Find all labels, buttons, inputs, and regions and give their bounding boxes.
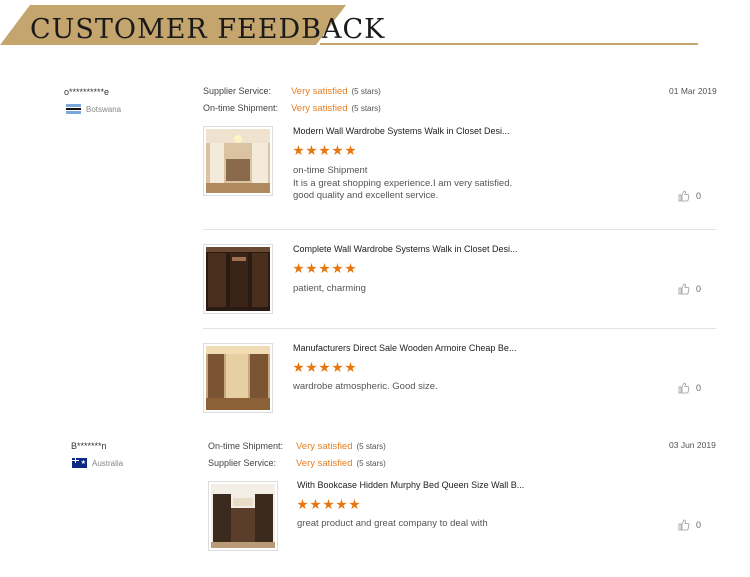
rating-label: On-time Shipment:: [208, 441, 284, 451]
comment-line: great product and great company to deal …: [297, 518, 488, 529]
star-icon: [345, 263, 356, 274]
rating-row: On-time Shipment: Very satisfied (5 stars): [208, 441, 386, 452]
country-label: Australia: [92, 458, 124, 468]
star-rating: [293, 263, 356, 274]
rating-label: Supplier Service:: [208, 458, 277, 468]
rating-value: Very satisfied: [291, 86, 348, 97]
product-thumbnail[interactable]: [208, 481, 278, 551]
product-title-link[interactable]: Complete Wall Wardrobe Systems Walk in C…: [293, 244, 518, 254]
review-comment: patient, charming: [293, 283, 366, 296]
reviewer-country: Australia: [72, 458, 123, 468]
star-icon: [323, 499, 334, 510]
reviewer-country: Botswana: [66, 104, 121, 114]
like-count: 0: [696, 383, 702, 393]
rating-value: Very satisfied: [291, 103, 348, 114]
star-icon: [332, 362, 343, 373]
reviewer-name: o**********e: [64, 87, 110, 97]
thumbs-up-icon: [678, 519, 690, 531]
rating-row: Supplier Service: Very satisfied (5 stars): [203, 86, 381, 97]
rating-count: (5 stars): [356, 459, 386, 468]
star-icon: [310, 499, 321, 510]
australia-flag-icon: [72, 458, 87, 468]
section-banner: CUSTOMER FEEDBACK: [0, 5, 384, 45]
comment-line: It is a great shopping experience.I am v…: [293, 177, 513, 189]
rating-count: (5 stars): [351, 87, 381, 96]
dark-closet-image: [206, 247, 270, 311]
like-count: 0: [696, 520, 702, 530]
thumbs-up-icon: [678, 283, 690, 295]
rating-label: Supplier Service:: [203, 86, 272, 96]
rating-value: Very satisfied: [296, 441, 353, 452]
comment-line: on-time Shipment: [293, 165, 368, 176]
section-title: CUSTOMER FEEDBACK: [30, 14, 386, 45]
star-rating: [293, 145, 356, 156]
review-comment: wardrobe atmospheric. Good size.: [293, 381, 438, 394]
comment-line: patient, charming: [293, 283, 366, 294]
like-count: 0: [696, 284, 702, 294]
rating-row: On-time Shipment: Very satisfied (5 stars): [203, 103, 381, 114]
product-thumbnail[interactable]: [203, 244, 273, 314]
star-rating: [297, 499, 360, 510]
botswana-flag-icon: [66, 104, 81, 114]
murphy-bed-image: [211, 484, 275, 548]
star-icon: [293, 362, 304, 373]
like-button[interactable]: 0: [678, 519, 701, 531]
product-thumbnail[interactable]: [203, 343, 273, 413]
bedroom-wardrobe-image: [206, 129, 270, 193]
country-label: Botswana: [86, 104, 122, 114]
banner-rule: [320, 43, 698, 45]
like-count: 0: [696, 191, 702, 201]
review-date: 01 Mar 2019: [669, 86, 717, 96]
rating-value: Very satisfied: [296, 458, 353, 469]
reviewer-name: B*******n: [71, 441, 107, 451]
thumbs-up-icon: [678, 190, 690, 202]
star-icon: [332, 145, 343, 156]
walk-in-closet-image: [206, 346, 270, 410]
like-button[interactable]: 0: [678, 382, 701, 394]
star-icon: [306, 145, 317, 156]
item-divider: [203, 328, 716, 329]
comment-line: wardrobe atmospheric. Good size.: [293, 381, 438, 392]
star-icon: [332, 263, 343, 274]
product-title-link[interactable]: With Bookcase Hidden Murphy Bed Queen Si…: [297, 480, 524, 490]
rating-label: On-time Shipment:: [203, 103, 279, 113]
star-icon: [293, 263, 304, 274]
comment-line: good quality and excellent service.: [293, 190, 439, 201]
product-title-link[interactable]: Manufacturers Direct Sale Wooden Armoire…: [293, 343, 516, 353]
star-icon: [297, 499, 308, 510]
star-icon: [345, 145, 356, 156]
star-icon: [319, 145, 330, 156]
star-icon: [319, 362, 330, 373]
like-button[interactable]: 0: [678, 283, 701, 295]
rating-count: (5 stars): [356, 442, 386, 451]
item-divider: [203, 229, 716, 230]
like-button[interactable]: 0: [678, 190, 701, 202]
star-icon: [293, 145, 304, 156]
product-title-link[interactable]: Modern Wall Wardrobe Systems Walk in Clo…: [293, 126, 510, 136]
star-icon: [306, 362, 317, 373]
product-thumbnail[interactable]: [203, 126, 273, 196]
star-icon: [306, 263, 317, 274]
review-comment: on-time Shipment It is a great shopping …: [293, 165, 512, 203]
rating-row: Supplier Service: Very satisfied (5 stars): [208, 458, 386, 469]
star-icon: [336, 499, 347, 510]
thumbs-up-icon: [678, 382, 690, 394]
review-comment: great product and great company to deal …: [297, 518, 488, 531]
star-icon: [319, 263, 330, 274]
review-date: 03 Jun 2019: [669, 440, 716, 450]
star-rating: [293, 362, 356, 373]
star-icon: [345, 362, 356, 373]
star-icon: [349, 499, 360, 510]
rating-count: (5 stars): [351, 104, 381, 113]
